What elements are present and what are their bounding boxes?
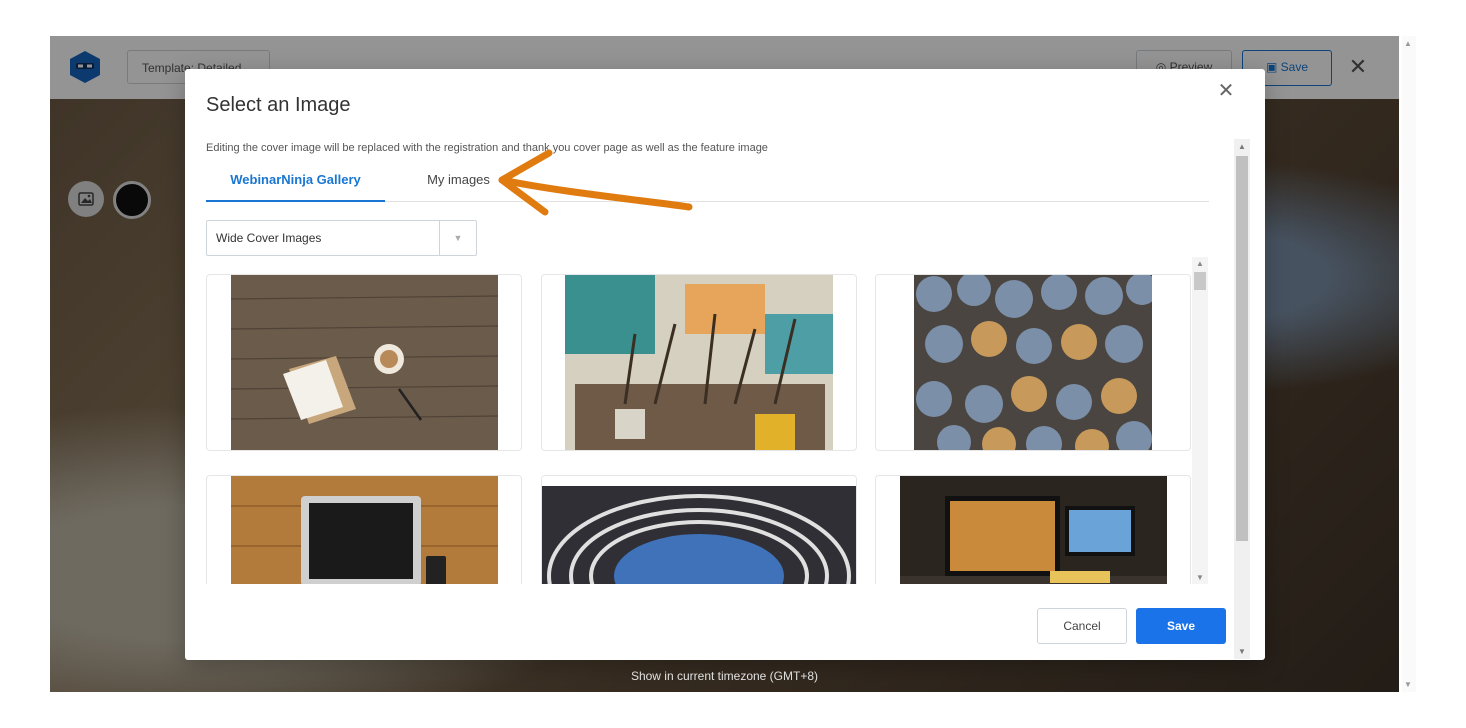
scroll-down-arrow-icon[interactable]: ▼: [1238, 647, 1246, 656]
scroll-thumb[interactable]: [1194, 272, 1206, 290]
select-image-modal: Select an Image ✕ Editing the cover imag…: [185, 69, 1265, 660]
timezone-text[interactable]: Show in current timezone (GMT+8): [50, 669, 1399, 683]
gallery-thumbnail[interactable]: [230, 274, 498, 451]
category-select-value: Wide Cover Images: [216, 231, 322, 245]
cancel-button[interactable]: Cancel: [1037, 608, 1127, 644]
gallery-scrollbar[interactable]: ▲ ▼: [1192, 257, 1208, 584]
chevron-down-icon[interactable]: ▼: [439, 221, 476, 255]
close-icon[interactable]: ✕: [1216, 81, 1236, 101]
image-card[interactable]: [541, 475, 857, 584]
scroll-thumb[interactable]: [1236, 156, 1248, 541]
gallery-thumbnail[interactable]: [565, 274, 833, 451]
scroll-up-arrow-icon[interactable]: ▲: [1238, 142, 1246, 151]
gallery-thumbnail[interactable]: [542, 486, 856, 584]
image-card[interactable]: [875, 475, 1191, 584]
scroll-up-arrow-icon[interactable]: ▲: [1404, 39, 1412, 48]
image-card[interactable]: [541, 274, 857, 451]
tab-my-images[interactable]: My images: [406, 161, 511, 200]
image-card[interactable]: [206, 475, 522, 584]
scroll-up-arrow-icon[interactable]: ▲: [1196, 259, 1204, 268]
category-select[interactable]: Wide Cover Images ▼: [206, 220, 477, 256]
scroll-down-arrow-icon[interactable]: ▼: [1196, 573, 1204, 582]
page-scrollbar[interactable]: ▲ ▼: [1402, 36, 1416, 692]
modal-scrollbar[interactable]: ▲ ▼: [1234, 139, 1250, 659]
modal-title: Select an Image: [206, 94, 351, 116]
image-card[interactable]: [206, 274, 522, 451]
gallery-thumbnail[interactable]: [899, 476, 1167, 584]
gallery-thumbnail[interactable]: [914, 274, 1152, 451]
image-card[interactable]: [875, 274, 1191, 451]
save-button[interactable]: Save: [1136, 608, 1226, 644]
image-grid: [206, 274, 1192, 584]
image-source-tabs: WebinarNinja Gallery My images: [206, 161, 1209, 202]
scroll-down-arrow-icon[interactable]: ▼: [1404, 680, 1412, 689]
gallery-thumbnail[interactable]: [230, 476, 498, 584]
modal-description: Editing the cover image will be replaced…: [206, 142, 768, 154]
tab-webinarninja-gallery[interactable]: WebinarNinja Gallery: [206, 161, 385, 202]
